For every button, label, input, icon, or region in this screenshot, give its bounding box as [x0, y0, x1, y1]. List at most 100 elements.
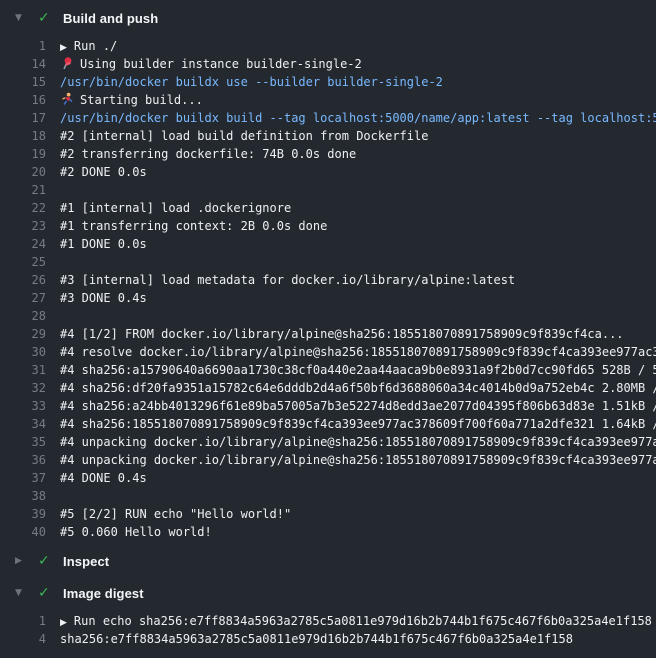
chevron-down-icon[interactable]: ▼ — [15, 588, 29, 598]
step-header-inspect[interactable]: ▶ ✓ Inspect — [0, 545, 656, 577]
log-text: #1 DONE 0.0s — [60, 235, 147, 253]
line-number[interactable]: 35 — [0, 433, 46, 451]
line-number[interactable]: 32 — [0, 379, 46, 397]
log-text: #2 DONE 0.0s — [60, 163, 147, 181]
log-text: #4 sha256:df20fa9351a15782c64e6dddb2d4a6… — [60, 379, 656, 397]
log-text: Using builder instance builder-single-2 — [60, 55, 362, 73]
step-section-inspect: ▶ ✓ Inspect — [0, 545, 656, 577]
log-line: 4 sha256:e7ff8834a5963a2785c5a0811e979d16… — [0, 630, 656, 648]
log-line: 15/usr/bin/docker buildx use --builder b… — [0, 73, 656, 91]
log-text: #2 transferring dockerfile: 74B 0.0s don… — [60, 145, 356, 163]
log-line: 33 #4 sha256:a24bb4013296f61e89ba57005a7b… — [0, 397, 656, 415]
log-line: 16 Starting build... — [0, 91, 656, 109]
log-line: 1 ▶Run echo sha256:e7ff8834a5963a2785c5a0… — [0, 612, 656, 630]
log-block-image-digest: 1 ▶Run echo sha256:e7ff8834a5963a2785c5a0… — [0, 612, 656, 648]
line-number[interactable]: 33 — [0, 397, 46, 415]
log-line: 24 #1 DONE 0.0s — [0, 235, 656, 253]
log-line: 29 #4 [1/2] FROM docker.io/library/alpine… — [0, 325, 656, 343]
line-number[interactable]: 28 — [0, 307, 46, 325]
line-number[interactable]: 16 — [0, 91, 46, 109]
chevron-down-icon[interactable]: ▼ — [15, 13, 29, 23]
line-number[interactable]: 14 — [0, 55, 46, 73]
log-text: #4 sha256:a15790640a6690aa1730c38cf0a440… — [60, 361, 656, 379]
log-text: #3 [internal] load metadata for docker.i… — [60, 271, 515, 289]
log-line: 34 #4 sha256:185518070891758909c9f839cf4c… — [0, 415, 656, 433]
step-title: Inspect — [63, 554, 109, 569]
log-text: #5 [2/2] RUN echo "Hello world!" — [60, 505, 291, 523]
step-section-build-and-push: ▼ ✓ Build and push 1 ▶Run ./ 14 Using build… — [0, 2, 656, 541]
log-text: #3 DONE 0.4s — [60, 289, 147, 307]
log-line: 30#4 resolve docker.io/library/alpine@sh… — [0, 343, 656, 361]
expand-group-arrow-icon[interactable]: ▶ — [60, 43, 67, 53]
line-number[interactable]: 30 — [0, 343, 46, 361]
log-line: 18 #2 [internal] load build definition fr… — [0, 127, 656, 145]
pushpin-icon — [60, 56, 74, 70]
line-number[interactable]: 36 — [0, 451, 46, 469]
line-number[interactable]: 40 — [0, 523, 46, 541]
step-section-image-digest: ▼ ✓ Image digest 1 ▶Run echo sha256:e7ff8… — [0, 577, 656, 648]
log-text: sha256:e7ff8834a5963a2785c5a0811e979d16b… — [60, 630, 573, 648]
line-number[interactable]: 1 — [0, 37, 46, 55]
step-header-build-and-push[interactable]: ▼ ✓ Build and push — [0, 2, 656, 34]
line-number[interactable]: 19 — [0, 145, 46, 163]
log-line: 26 #3 [internal] load metadata for docker… — [0, 271, 656, 289]
line-number[interactable]: 27 — [0, 289, 46, 307]
step-title: Build and push — [63, 11, 158, 26]
actions-log-console: ▼ ✓ Build and push 1▶Run ./14Using build… — [0, 0, 656, 658]
log-line: 31 #4 sha256:a15790640a6690aa1730c38cf0a4… — [0, 361, 656, 379]
line-number[interactable]: 38 — [0, 487, 46, 505]
line-number[interactable]: 18 — [0, 127, 46, 145]
log-text: #1 [internal] load .dockerignore — [60, 199, 291, 217]
log-text: #1 transferring context: 2B 0.0s done — [60, 217, 327, 235]
log-text: #4 sha256:a24bb4013296f61e89ba57005a7b3e… — [60, 397, 656, 415]
log-text: #4 unpacking docker.io/library/alpine@sh… — [60, 433, 656, 451]
log-text: Starting build... — [60, 91, 203, 109]
line-number[interactable]: 25 — [0, 253, 46, 271]
log-line: 36#4 unpacking docker.io/library/alpine@… — [0, 451, 656, 469]
step-title: Image digest — [63, 586, 144, 601]
log-text: #4 sha256:185518070891758909c9f839cf4ca3… — [60, 415, 656, 433]
line-number[interactable]: 20 — [0, 163, 46, 181]
line-number[interactable]: 39 — [0, 505, 46, 523]
line-number[interactable]: 22 — [0, 199, 46, 217]
log-text: ▶Run echo sha256:e7ff8834a5963a2785c5a08… — [60, 612, 652, 630]
log-line: 38 — [0, 487, 656, 505]
line-number[interactable]: 4 — [0, 630, 46, 648]
log-line: 37 #4 DONE 0.4s — [0, 469, 656, 487]
line-number[interactable]: 21 — [0, 181, 46, 199]
log-text: #4 DONE 0.4s — [60, 469, 147, 487]
chevron-right-icon[interactable]: ▶ — [15, 556, 29, 566]
log-block-build-and-push: 1 ▶Run ./ 14 Using builder instance builder… — [0, 37, 656, 541]
log-text-command: /usr/bin/docker buildx use --builder bui… — [60, 73, 443, 91]
check-icon: ✓ — [38, 10, 54, 26]
log-text: #4 [1/2] FROM docker.io/library/alpine@s… — [60, 325, 624, 343]
step-header-image-digest[interactable]: ▼ ✓ Image digest — [0, 577, 656, 609]
log-line: 19 #2 transferring dockerfile: 74B 0.0s d… — [0, 145, 656, 163]
log-line: 22 #1 [internal] load .dockerignore — [0, 199, 656, 217]
log-line: 35 #4 unpacking docker.io/library/alpine@… — [0, 433, 656, 451]
line-number[interactable]: 1 — [0, 612, 46, 630]
line-number[interactable]: 26 — [0, 271, 46, 289]
line-number[interactable]: 15 — [0, 73, 46, 91]
check-icon: ✓ — [38, 585, 54, 601]
log-text-command: /usr/bin/docker buildx build --tag local… — [60, 109, 656, 127]
log-line: 14 Using builder instance builder-single-… — [0, 55, 656, 73]
line-number[interactable]: 29 — [0, 325, 46, 343]
line-number[interactable]: 34 — [0, 415, 46, 433]
log-line: 28 — [0, 307, 656, 325]
log-line: 23 #1 transferring context: 2B 0.0s done — [0, 217, 656, 235]
log-line: 1 ▶Run ./ — [0, 37, 656, 55]
line-number[interactable]: 23 — [0, 217, 46, 235]
check-icon: ✓ — [38, 553, 54, 569]
log-text: ▶Run ./ — [60, 37, 117, 55]
log-line: 40 #5 0.060 Hello world! — [0, 523, 656, 541]
line-number[interactable]: 17 — [0, 109, 46, 127]
line-number[interactable]: 24 — [0, 235, 46, 253]
log-line: 32 #4 sha256:df20fa9351a15782c64e6dddb2d4… — [0, 379, 656, 397]
log-text: #2 [internal] load build definition from… — [60, 127, 428, 145]
line-number[interactable]: 37 — [0, 469, 46, 487]
log-text: #5 0.060 Hello world! — [60, 523, 212, 541]
log-line: 21 — [0, 181, 656, 199]
line-number[interactable]: 31 — [0, 361, 46, 379]
expand-group-arrow-icon[interactable]: ▶ — [60, 618, 67, 628]
